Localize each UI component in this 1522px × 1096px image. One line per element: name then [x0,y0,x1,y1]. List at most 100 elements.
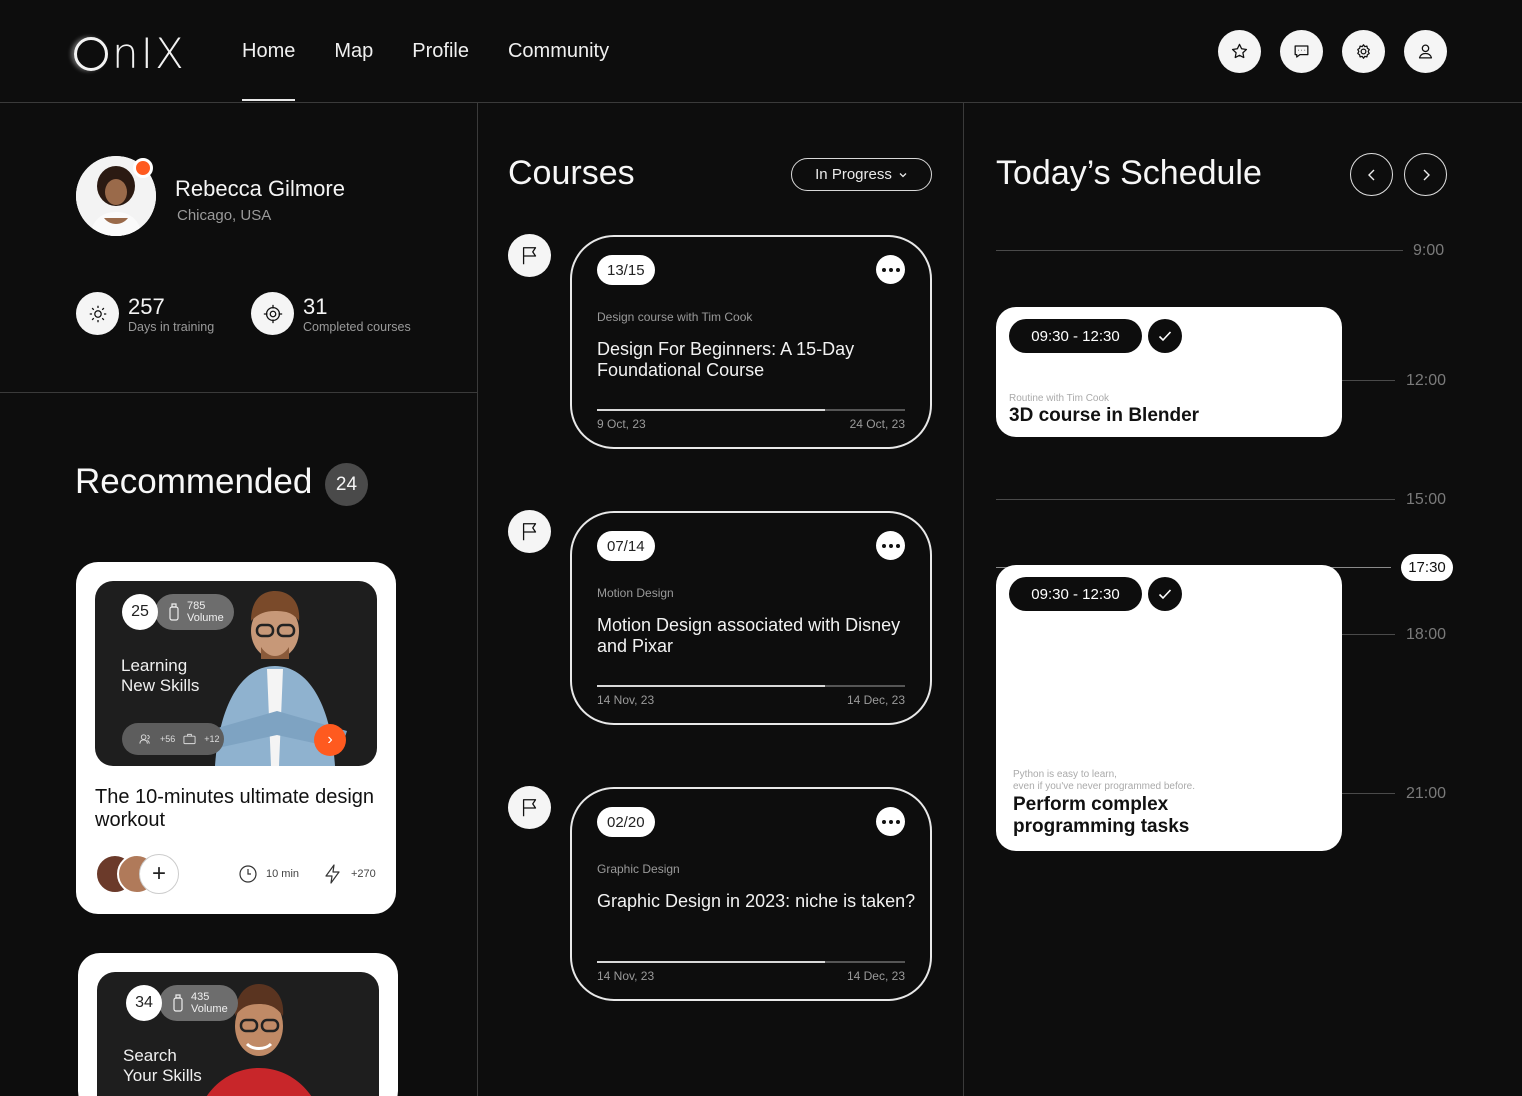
more-options-button[interactable] [876,531,905,560]
card-number-badge: 25 [122,594,158,630]
time-label: 21:00 [1406,785,1447,802]
course-progress-track [597,685,905,687]
course-progress-fill [597,409,825,411]
chevron-right-icon [1423,169,1430,180]
event-complete-toggle[interactable] [1148,319,1182,353]
user-icon [1418,44,1433,59]
sun-icon [76,292,119,335]
time-label: 12:00 [1406,372,1447,389]
top-header: nIX Home Map Profile Community [0,0,1522,103]
volume-label: Volume [187,612,224,624]
schedule-event-card[interactable]: 09:30 - 12:30 Python is easy to learn, e… [996,565,1342,851]
duration-text: 10 min [266,868,300,880]
points-text: +270 [351,868,376,880]
briefcase-icon [183,733,196,745]
settings-icon [1357,44,1370,59]
event-subtitle: Routine with Tim Cook [1009,393,1110,404]
caption-line-1: Learning [121,656,188,675]
bottle-icon [173,994,183,1012]
days-training-value: 257 [128,293,165,319]
profile-divider [0,392,477,393]
stat-days-training: 257 Days in training [76,292,214,335]
header-actions [1218,30,1447,73]
card-footer: + 10 min +270 [95,854,378,896]
onix-logo[interactable]: nIX [74,32,186,76]
checkmark-icon [1158,331,1172,342]
course-start-date: 14 Nov, 23 [597,693,655,707]
star-icon [1231,43,1248,59]
event-subtitle-line-1: Python is easy to learn, [1013,769,1117,780]
course-start-date: 14 Nov, 23 [597,969,655,983]
card-cover: 34 435 Volume Search Your Skills [97,972,379,1096]
card-number-badge: 34 [126,985,162,1021]
event-time-range: 09:30 - 12:30 [1009,577,1142,611]
chat-icon [1294,45,1309,58]
schedule-next-button[interactable] [1404,153,1447,196]
event-title-line-1: Perform complex [1013,794,1169,815]
event-complete-toggle[interactable] [1148,577,1182,611]
time-label: 15:00 [1406,491,1447,508]
nav-map[interactable]: Map [334,40,373,63]
course-card[interactable]: 13/15 Design course with Tim Cook Design… [570,235,932,449]
nav-profile[interactable]: Profile [412,40,469,63]
course-progress-track [597,961,905,963]
volume-pill: 435 Volume [159,985,238,1021]
open-card-button[interactable]: › [314,724,346,756]
current-time-badge: 17:30 [1401,554,1453,581]
clock-icon [239,865,257,883]
volume-pill: 785 Volume [155,594,234,630]
event-title: 3D course in Blender [1009,405,1200,426]
participants-count: +56 [160,734,176,744]
more-options-button[interactable] [876,255,905,284]
event-title-line-2: programming tasks [1013,816,1190,837]
recommended-card[interactable]: 25 785 Volume Learning New Skills +56 +1… [76,562,396,914]
timeline-line [996,499,1395,500]
flag-icon [522,798,536,816]
nav-home[interactable]: Home [242,40,296,101]
course-end-date: 24 Oct, 23 [849,417,905,431]
schedule-event-card[interactable]: 09:30 - 12:30 Routine with Tim Cook 3D c… [996,307,1342,437]
settings-button[interactable] [1342,30,1385,73]
add-participant-button[interactable]: + [139,854,179,894]
course-subtitle: Motion Design [597,586,674,600]
volume-value: 435 [191,991,210,1003]
time-label: 9:00 [1413,242,1445,259]
nav-community[interactable]: Community [508,40,609,63]
online-status-dot [133,158,153,178]
course-start-date: 9 Oct, 23 [597,417,646,431]
caption-line-1: Search [123,1046,177,1065]
lessons-count: +12 [204,734,220,744]
filter-label: In Progress [815,166,892,183]
flag-icon [522,522,536,540]
card-cover-caption: Learning New Skills [121,656,241,696]
favorites-button[interactable] [1218,30,1261,73]
course-progress-track [597,409,905,411]
timeline-line [1342,380,1395,381]
recommended-card[interactable]: 34 435 Volume Search Your Skills [78,953,398,1096]
account-button[interactable] [1404,30,1447,73]
more-options-button[interactable] [876,807,905,836]
course-card[interactable]: 02/20 Graphic Design Graphic Design in 2… [570,787,932,1001]
course-title: Design For Beginners: A 15-Day Foundatio… [597,339,855,380]
column-divider-right [963,103,964,1096]
course-status-filter[interactable]: In Progress [791,158,932,191]
course-title: Motion Design associated with Disney and… [597,615,901,656]
target-icon [251,292,294,335]
course-card[interactable]: 07/14 Motion Design Motion Design associ… [570,511,932,725]
courses-title: Courses [508,154,635,192]
card-title: The 10-minutes ultimate design workout [95,786,375,831]
course-progress-fill [597,685,825,687]
stat-completed-courses: 31 Completed courses [251,292,411,335]
main-nav: Home Map Profile Community [242,40,609,101]
schedule-title: Today’s Schedule [996,154,1262,192]
chevron-right-icon: › [327,731,333,748]
schedule-prev-button[interactable] [1350,153,1393,196]
course-subtitle: Design course with Tim Cook [597,310,753,324]
caption-line-2: New Skills [121,676,200,695]
bottle-icon [169,603,179,621]
volume-label: Volume [191,1003,228,1015]
completed-courses-label: Completed courses [303,319,411,334]
timeline-line [996,250,1403,251]
messages-button[interactable] [1280,30,1323,73]
timeline-line [1342,793,1395,794]
